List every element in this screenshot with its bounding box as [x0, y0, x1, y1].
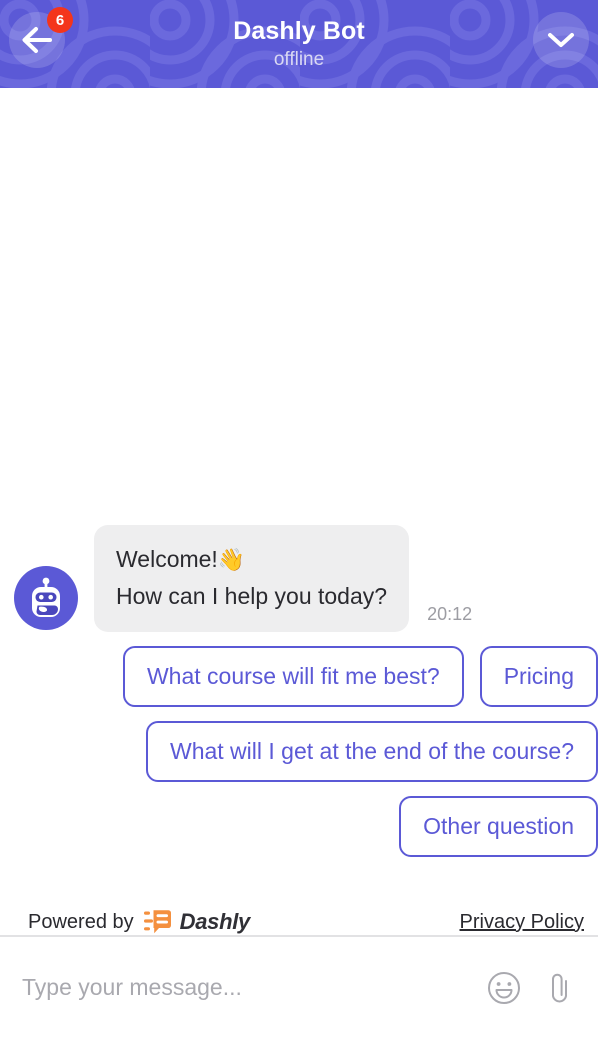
message-composer	[0, 935, 598, 1038]
quick-replies: What course will fit me best? Pricing Wh…	[0, 632, 598, 857]
dashly-wordmark: Dashly	[179, 909, 251, 934]
message-line-2: How can I help you today?	[116, 583, 388, 609]
quick-reply-row: Other question	[0, 796, 598, 857]
paperclip-icon[interactable]	[544, 969, 576, 1007]
privacy-policy-link[interactable]: Privacy Policy	[460, 911, 584, 934]
status-text: offline	[273, 48, 325, 70]
quick-reply-row: What will I get at the end of the course…	[0, 721, 598, 782]
quick-reply-button[interactable]: What will I get at the end of the course…	[145, 721, 598, 782]
waving-hand-icon: 👋	[217, 547, 246, 572]
collapse-button[interactable]	[533, 12, 589, 68]
dashly-brand[interactable]: Dashly	[143, 909, 251, 935]
dashly-logo-icon	[143, 910, 171, 934]
arrow-left-icon	[22, 27, 52, 53]
header-titles: Dashly Bot offline	[233, 16, 365, 73]
smiley-face-icon[interactable]	[486, 970, 522, 1006]
message-input[interactable]	[22, 974, 470, 1001]
powered-by-label: Powered by	[28, 910, 134, 933]
powered-by-group: Powered by Dashly	[28, 909, 250, 935]
bot-avatar-icon	[32, 577, 60, 617]
message-timestamp: 20:12	[427, 604, 473, 624]
conversation-area: Welcome!👋 How can I help you today? 20:1…	[0, 88, 598, 935]
quick-reply-button[interactable]: Other question	[399, 796, 598, 857]
message-bubble-wrap: Welcome!👋 How can I help you today? 20:1…	[94, 525, 472, 632]
chevron-down-icon	[548, 33, 574, 47]
message-line-1: Welcome!👋	[116, 541, 387, 578]
quick-reply-row: What course will fit me best? Pricing	[0, 646, 598, 707]
quick-reply-button[interactable]: What course will fit me best?	[122, 646, 464, 707]
powered-by-bar: Powered by Dashly Privacy Policy	[0, 881, 598, 935]
quick-reply-button[interactable]: Pricing	[479, 646, 598, 707]
bot-message-row: Welcome!👋 How can I help you today? 20:1…	[0, 525, 598, 632]
composer-actions	[486, 969, 576, 1007]
message-bubble: Welcome!👋 How can I help you today?	[94, 525, 410, 632]
avatar	[14, 566, 78, 630]
chat-widget: 6 Dashly Bot offline Welcome!👋 How can I…	[0, 0, 598, 1038]
message-text-1: Welcome!	[116, 546, 218, 572]
page-title: Dashly Bot	[233, 16, 365, 45]
widget-header: 6 Dashly Bot offline	[0, 0, 598, 88]
unread-badge: 6	[47, 7, 73, 33]
